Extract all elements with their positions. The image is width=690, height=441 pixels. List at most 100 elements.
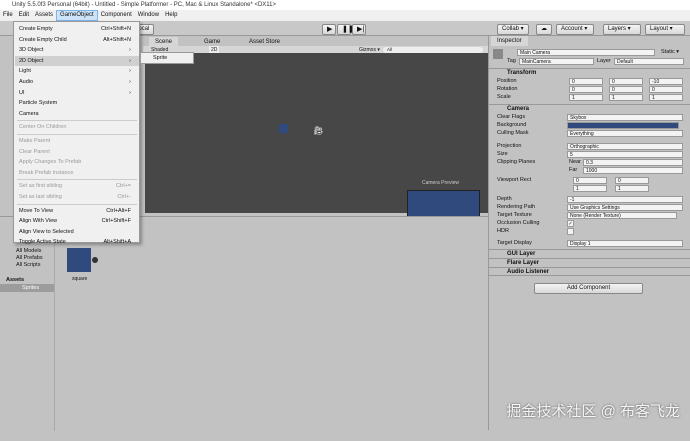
transform-position-x-field[interactable]: 0 [569,78,603,85]
rendering-path-dropdown[interactable]: Use Graphics Settings [567,204,683,211]
static-toggle[interactable]: Static ▾ [661,48,679,56]
menu-item-toggle-active-state[interactable]: Toggle Active State Alt+Shift+A [15,237,139,248]
account-button[interactable]: Account ▾ [556,24,594,35]
menu-item-create-empty-child[interactable]: Create Empty Child Alt+Shift+N [15,35,139,46]
menu-file[interactable]: File [0,10,16,21]
background-label: Background [497,122,527,128]
far-label: Far [569,167,578,173]
menu-separator [17,120,137,122]
menu-item-camera[interactable]: Camera [15,109,139,120]
menu-item-label: Break Prefab Instance [19,169,74,176]
viewport-x-field[interactable]: 0 [573,177,607,184]
clear-flags-dropdown[interactable]: Skybox [567,114,683,121]
clear-flags-label: Clear Flags [497,114,526,120]
menu-item-label: 2D Object [19,57,44,64]
near-field[interactable]: 0.3 [583,159,683,166]
menu-item-clear-parent[interactable]: Clear Parent [15,147,139,158]
asset-expand-icon[interactable] [92,257,98,263]
projection-label: Projection [497,143,522,149]
watermark: 掘金技术社区 @ 布客飞龙 [506,403,680,420]
menu-item-label: UI [19,89,25,96]
target-texture-field[interactable]: None (Render Texture) [567,212,677,219]
menu-item-label: Move To View [19,207,54,214]
tag-dropdown[interactable]: MainCamera [519,58,594,65]
menu-help[interactable]: Help [162,10,180,21]
viewport-w-field[interactable]: 1 [573,185,607,192]
occlusion-culling-checkbox[interactable]: ✓ [567,220,574,227]
submenu-arrow-icon: › [129,57,131,64]
camera-gizmo-icon[interactable]: 🎥︎ [313,126,323,135]
transform-position-z-field[interactable]: -10 [649,78,683,85]
menu-item-2d-object[interactable]: 2D Object › [15,55,139,67]
cloud-button[interactable]: ☁ [536,24,552,35]
transform-rotation-z-field[interactable]: 0 [649,86,683,93]
menu-item-set-as-last-sibling[interactable]: Set as last sibling Ctrl+- [15,192,139,203]
menu-item-create-empty[interactable]: Create Empty Ctrl+Shift+N [15,24,139,35]
collab-button[interactable]: Collab ▾ [497,24,529,35]
menu-item-set-as-first-sibling[interactable]: Set as first sibling Ctrl+= [15,181,139,192]
menu-item-make-parent[interactable]: Make Parent [15,136,139,147]
layer-dropdown[interactable]: Default [614,58,684,65]
transform-position-y-field[interactable]: 0 [609,78,643,85]
menu-item-break-prefab-instance[interactable]: Break Prefab Instance [15,168,139,179]
transform-rotation-x-field[interactable]: 0 [569,86,603,93]
menu-item-ui[interactable]: UI › [15,88,139,99]
background-color-field[interactable] [567,122,679,129]
target-display-dropdown[interactable]: Display 1 [567,240,683,247]
menu-item-particle-system[interactable]: Particle System [15,98,139,109]
gui-layer-header[interactable]: GUI Layer [489,249,690,258]
menu-item-3d-object[interactable]: 3D Object › [15,45,139,56]
sprites-folder[interactable]: Sprites [0,284,54,292]
sprite-menu-item[interactable]: Sprite [140,52,194,64]
square-asset-thumbnail[interactable] [67,248,91,272]
menu-item-center-on-children[interactable]: Center On Children [15,122,139,133]
hdr-checkbox[interactable] [567,228,574,235]
projection-dropdown[interactable]: Orthographic [567,143,683,150]
pause-button[interactable]: ❚❚ [337,24,354,35]
asset-label: square [72,276,88,282]
size-field[interactable]: 5 [567,151,683,158]
add-component-button[interactable]: Add Component [534,283,643,294]
viewport-y-field[interactable]: 0 [615,177,649,184]
audio-listener-header[interactable]: Audio Listener [489,267,690,276]
play-button[interactable]: ▶ [322,24,336,35]
transform-rotation-y-field[interactable]: 0 [609,86,643,93]
square-sprite[interactable] [279,124,288,133]
culling-mask-dropdown[interactable]: Everything [567,130,683,137]
menu-item-audio[interactable]: Audio › [15,77,139,88]
gameobject-icon [493,49,503,59]
layers-dropdown[interactable]: Layers ▾ [603,24,641,35]
viewport-h-field[interactable]: 1 [615,185,649,192]
camera-header[interactable]: Camera [489,104,690,113]
transform-header[interactable]: Transform [489,68,690,77]
inspector-panel: Inspector Main Camera Static ▾ Tag MainC… [488,36,690,430]
favorite-all-scripts[interactable]: All Scripts [16,261,40,269]
depth-label: Depth [497,196,512,202]
depth-field[interactable]: -1 [567,196,683,203]
menu-gameobject[interactable]: GameObject [56,10,98,21]
transform-scale-z-field[interactable]: 1 [649,94,683,101]
menu-window[interactable]: Window [135,10,162,21]
far-field[interactable]: 1000 [583,167,683,174]
menu-item-align-with-view[interactable]: Align With View Ctrl+Shift+F [15,216,139,227]
menu-item-move-to-view[interactable]: Move To View Ctrl+Alt+F [15,206,139,217]
name-field[interactable]: Main Camera [517,49,655,56]
step-button[interactable]: ▶| [352,24,366,35]
menu-item-light[interactable]: Light › [15,66,139,77]
camera-preview-label: Camera Preview [422,180,459,186]
gameobject-menu: Create Empty Ctrl+Shift+N Create Empty Chi… [13,21,140,245]
transform-scale-y-field[interactable]: 1 [609,94,643,101]
scene-view[interactable]: 🎥︎ Camera Preview [145,53,488,225]
transform-scale-x-field[interactable]: 1 [569,94,603,101]
menu-item-align-view-to-selected[interactable]: Align View to Selected [15,227,139,238]
assets-folder[interactable]: Assets [6,276,24,284]
flare-layer-header[interactable]: Flare Layer [489,258,690,267]
tab-inspector[interactable]: Inspector [491,36,528,46]
menu-item-apply-changes-to-prefab[interactable]: Apply Changes To Prefab [15,157,139,168]
menu-edit[interactable]: Edit [16,10,32,21]
menu-component[interactable]: Component [98,10,135,21]
menu-item-label: Align View to Selected [19,228,74,235]
layout-dropdown[interactable]: Layout ▾ [645,24,685,35]
occlusion-culling-label: Occlusion Culling [497,220,540,226]
menu-assets[interactable]: Assets [32,10,56,21]
